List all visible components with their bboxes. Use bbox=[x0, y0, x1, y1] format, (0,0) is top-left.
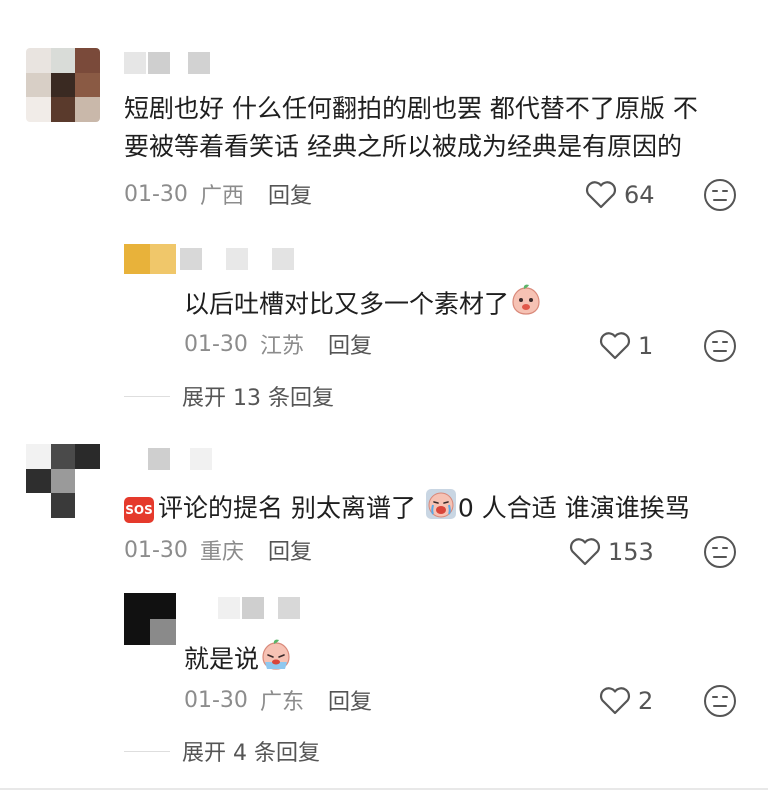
neutral-face-icon[interactable] bbox=[703, 329, 737, 363]
comment-location: 广东 bbox=[259, 690, 304, 715]
like-count: 2 bbox=[638, 687, 654, 715]
expand-replies-button[interactable]: 展开 4 条回复 bbox=[124, 736, 320, 766]
comment-meta: 01-30 广东 回复 bbox=[184, 684, 372, 716]
like-count: 153 bbox=[608, 538, 654, 566]
comment-text: 以后吐槽对比又多一个素材了 bbox=[184, 283, 543, 328]
like-button[interactable]: 2 bbox=[598, 684, 653, 718]
comment-text: 就是说 bbox=[184, 638, 293, 683]
neutral-face-icon[interactable] bbox=[703, 535, 737, 569]
comment-text: SOS 评论的提名 别太离谱了 0 人合适 谁演谁挨骂 bbox=[124, 487, 690, 532]
comment-meta: 01-30 重庆 回复 bbox=[124, 534, 312, 566]
reply-button[interactable]: 回复 bbox=[328, 684, 372, 716]
divider-line bbox=[124, 395, 170, 397]
expand-replies-label: 展开 4 条回复 bbox=[182, 741, 320, 766]
reply-button[interactable]: 回复 bbox=[268, 534, 312, 566]
like-button[interactable]: 64 bbox=[584, 178, 655, 212]
comment-meta: 01-30 广西 回复 bbox=[124, 178, 312, 210]
comment-meta: 01-30 江苏 回复 bbox=[184, 328, 372, 360]
heart-outline-icon bbox=[599, 687, 631, 715]
peach-emoji bbox=[259, 638, 293, 683]
comment-text-part: 0 人合适 谁演谁挨骂 bbox=[457, 493, 690, 523]
comment-text: 短剧也好 什么任何翻拍的剧也罢 都代替不了原版 不 要被等着看笑话 经典之所以被… bbox=[124, 90, 698, 166]
like-count: 64 bbox=[624, 181, 655, 209]
expand-replies-button[interactable]: 展开 13 条回复 bbox=[124, 381, 334, 411]
reply-button[interactable]: 回复 bbox=[268, 178, 312, 210]
comment-location: 江苏 bbox=[259, 334, 304, 359]
like-button[interactable]: 153 bbox=[568, 535, 654, 569]
username-obscured[interactable] bbox=[148, 448, 212, 470]
avatar[interactable] bbox=[26, 48, 100, 122]
avatar[interactable] bbox=[26, 444, 100, 518]
comment-date: 01-30 bbox=[124, 181, 188, 207]
avatar[interactable] bbox=[124, 244, 176, 274]
crying-face-emoji bbox=[424, 487, 458, 532]
comment-date: 01-30 bbox=[184, 687, 248, 713]
sos-badge-icon: SOS bbox=[124, 496, 154, 523]
comment-text-content: 就是说 bbox=[184, 644, 260, 674]
reply-button[interactable]: 回复 bbox=[328, 328, 372, 360]
comment-text-part: 评论的提名 别太离谱了 bbox=[158, 493, 424, 523]
neutral-face-icon[interactable] bbox=[703, 684, 737, 718]
heart-outline-icon bbox=[569, 538, 601, 566]
username-obscured[interactable] bbox=[180, 248, 294, 270]
divider-line bbox=[124, 750, 170, 752]
comment-location: 重庆 bbox=[199, 540, 244, 565]
username-obscured[interactable] bbox=[124, 52, 210, 74]
neutral-face-icon[interactable] bbox=[703, 178, 737, 212]
heart-outline-icon bbox=[585, 181, 617, 209]
heart-outline-icon bbox=[599, 332, 631, 360]
peach-emoji bbox=[509, 283, 543, 328]
comment-date: 01-30 bbox=[124, 537, 188, 563]
like-button[interactable]: 1 bbox=[598, 329, 653, 363]
comment-text-line: 要被等着看笑话 经典之所以被成为经典是有原因的 bbox=[124, 132, 682, 161]
comment-text-content: 以后吐槽对比又多一个素材了 bbox=[184, 289, 510, 319]
bottom-divider bbox=[0, 788, 768, 790]
comment-text-line: 短剧也好 什么任何翻拍的剧也罢 都代替不了原版 不 bbox=[124, 94, 698, 123]
expand-replies-label: 展开 13 条回复 bbox=[182, 386, 334, 411]
like-count: 1 bbox=[638, 332, 654, 360]
username-obscured[interactable] bbox=[196, 597, 300, 619]
comment-date: 01-30 bbox=[184, 331, 248, 357]
comment-location: 广西 bbox=[199, 184, 244, 209]
avatar[interactable] bbox=[124, 593, 176, 645]
